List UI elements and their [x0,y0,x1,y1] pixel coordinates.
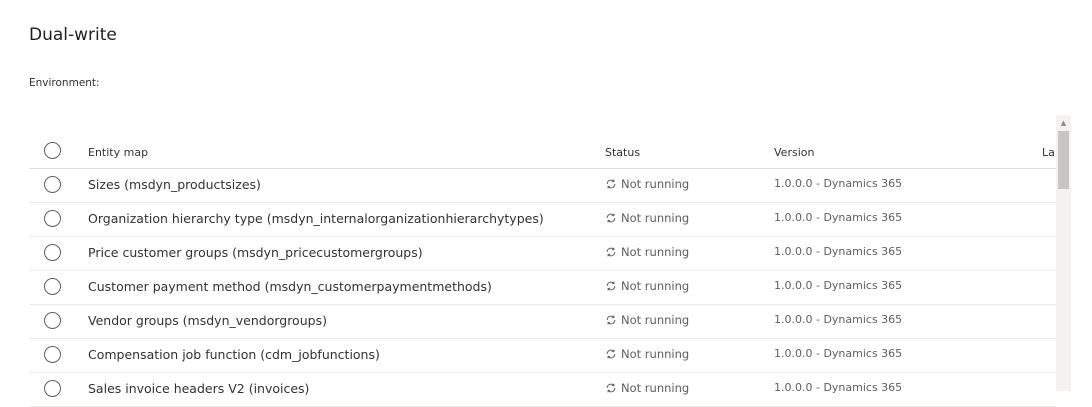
status-text: Not running [621,279,690,293]
row-select-radio[interactable] [44,244,61,261]
status-cell: Not running [605,211,689,225]
status-text: Not running [621,245,690,259]
vertical-scrollbar[interactable]: ▲ [1056,115,1071,391]
status-cell: Not running [605,177,689,191]
column-header-version[interactable]: Version [774,146,814,159]
sync-icon [606,281,616,291]
row-select-radio[interactable] [44,176,61,193]
status-text: Not running [621,381,690,395]
row-select-radio[interactable] [44,380,61,397]
table-row[interactable]: Sizes (msdyn_productsizes) Not running 1.0… [29,169,1056,203]
row-select-radio[interactable] [44,346,61,363]
entity-map-name[interactable]: Organization hierarchy type (msdyn_inter… [88,211,544,226]
table-row[interactable]: Price customer groups (msdyn_pricecustom… [29,237,1056,271]
table-row[interactable]: Sales invoice headers V2 (invoices) Not r… [29,373,1056,407]
sync-icon [606,213,616,223]
entity-map-name[interactable]: Sales invoice headers V2 (invoices) [88,381,309,396]
status-cell: Not running [605,347,689,361]
row-select-radio[interactable] [44,210,61,227]
version-cell: 1.0.0.0 - Dynamics 365 [774,279,903,292]
table-header: Entity map Status Version La [29,135,1056,169]
sync-icon [606,349,616,359]
status-cell: Not running [605,313,689,327]
table-row[interactable]: Vendor groups (msdyn_vendorgroups) Not ru… [29,305,1056,339]
chevron-up-icon[interactable]: ▲ [1056,117,1071,129]
version-cell: 1.0.0.0 - Dynamics 365 [774,245,903,258]
table-body: Sizes (msdyn_productsizes) Not running 1.0… [29,169,1056,407]
version-cell: 1.0.0.0 - Dynamics 365 [774,211,903,224]
column-header-status[interactable]: Status [605,146,640,159]
status-text: Not running [621,177,690,191]
table-row[interactable]: Customer payment method (msdyn_customerp… [29,271,1056,305]
column-header-entity-map[interactable]: Entity map [88,146,148,159]
scrollbar-thumb[interactable] [1058,131,1069,189]
table-row[interactable]: Compensation job function (cdm_jobfuncti… [29,339,1056,373]
entity-map-name[interactable]: Customer payment method (msdyn_customerp… [88,279,492,294]
row-select-radio[interactable] [44,312,61,329]
status-cell: Not running [605,279,689,293]
status-text: Not running [621,313,690,327]
table-row[interactable]: Organization hierarchy type (msdyn_inter… [29,203,1056,237]
entity-map-name[interactable]: Vendor groups (msdyn_vendorgroups) [88,313,327,328]
entity-map-name[interactable]: Compensation job function (cdm_jobfuncti… [88,347,380,362]
entity-map-table: Entity map Status Version La Sizes (msdy… [29,135,1056,407]
version-cell: 1.0.0.0 - Dynamics 365 [774,177,903,190]
status-cell: Not running [605,245,689,259]
sync-icon [606,383,616,393]
version-cell: 1.0.0.0 - Dynamics 365 [774,381,903,394]
status-text: Not running [621,211,690,225]
sync-icon [606,179,616,189]
row-select-radio[interactable] [44,278,61,295]
status-text: Not running [621,347,690,361]
sync-icon [606,315,616,325]
select-all-radio[interactable] [44,142,61,159]
page-title: Dual-write [29,25,117,45]
status-cell: Not running [605,381,689,395]
entity-map-name[interactable]: Sizes (msdyn_productsizes) [88,177,261,192]
column-header-last[interactable]: La [1042,146,1055,159]
sync-icon [606,247,616,257]
version-cell: 1.0.0.0 - Dynamics 365 [774,347,903,360]
environment-label: Environment: [29,77,100,89]
entity-map-name[interactable]: Price customer groups (msdyn_pricecustom… [88,245,423,260]
version-cell: 1.0.0.0 - Dynamics 365 [774,313,903,326]
